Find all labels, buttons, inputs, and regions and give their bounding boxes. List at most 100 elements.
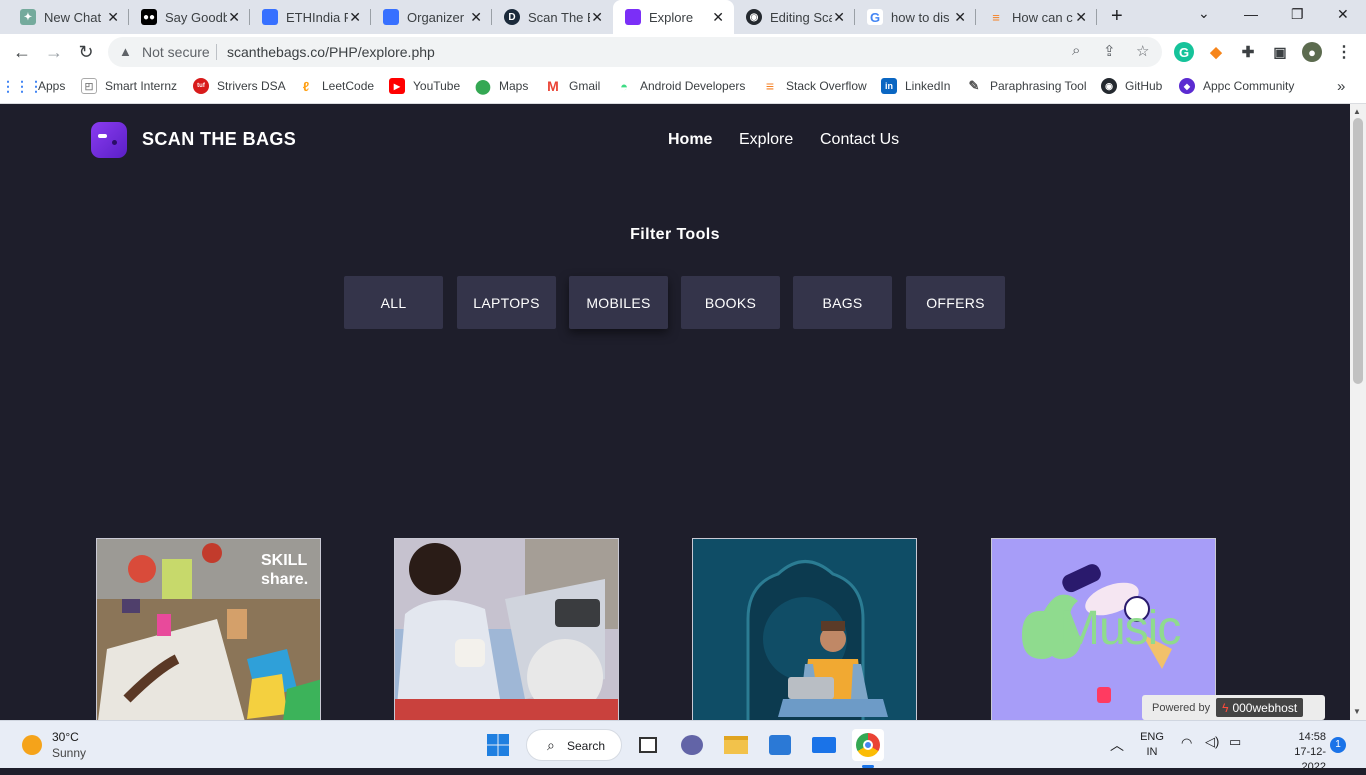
task-view-icon[interactable] [632,729,664,761]
close-icon[interactable]: ✕ [228,9,240,26]
grammarly-icon[interactable]: G [1174,42,1194,62]
filter-bags-button[interactable]: BAGS [793,276,892,329]
tab-search-icon[interactable]: ⌄ [1198,5,1210,22]
apple-music-card[interactable]: Music [991,538,1216,720]
side-panel-icon[interactable]: ▣ [1270,42,1290,62]
share-icon[interactable]: ⇪ [1103,42,1116,60]
nav-explore[interactable]: Explore [739,131,793,149]
metamask-icon[interactable]: ◆ [1206,42,1226,62]
start-icon[interactable] [482,729,514,761]
bookmark-smart-internz[interactable]: ◰ Smart Internz [81,77,177,95]
bookmark-leetcode[interactable]: ℓ LeetCode [298,77,374,95]
weather-widget[interactable]: 30°C Sunny [20,729,140,761]
devfolio-icon [383,9,399,25]
bookmarks-overflow-icon[interactable]: » [1337,77,1345,95]
new-tab-icon[interactable]: + [1111,5,1123,28]
menu-icon[interactable]: ⋮ [1334,42,1354,62]
task-view-glyph [639,737,657,753]
tab-title: Editing Sca [770,9,832,25]
scroll-down-icon[interactable]: ▼ [1353,707,1361,716]
tab-explore[interactable]: Explore ✕ [613,0,734,34]
filter-all-button[interactable]: ALL [344,276,443,329]
bookmark-youtube[interactable]: ▶ YouTube [389,77,460,95]
bookmark-apps[interactable]: ⋮⋮⋮ Apps [1,77,65,95]
close-icon[interactable]: ✕ [470,9,482,26]
store-icon[interactable] [764,729,796,761]
tab-scan-the[interactable]: D Scan The E ✕ [492,0,613,34]
bookmark-label: LeetCode [322,79,375,93]
skillshare-card[interactable]: SKILL share. [96,538,321,720]
warning-icon: ▲ [119,44,132,59]
close-icon[interactable]: ✕ [954,9,966,26]
window-close-icon[interactable]: ✕ [1337,6,1349,23]
language-indicator[interactable]: ENG IN [1139,730,1165,760]
tab-ethindia[interactable]: ETHIndia F ✕ [250,0,371,34]
site-logo[interactable] [91,122,127,158]
laptop-sitting-card[interactable] [692,538,917,720]
bookmark-label: Strivers DSA [217,79,286,93]
bookmark-star-icon[interactable]: ☆ [1136,42,1149,60]
bookmark-github[interactable]: ◉ GitHub [1101,77,1162,95]
medium-icon: ●● [141,9,157,25]
bookmark-gmail[interactable]: M Gmail [545,77,600,95]
clock[interactable]: 14:58 17-12-2022 [1282,730,1326,775]
laptop-person-card[interactable] [394,538,619,720]
bookmark-strivers-dsa[interactable]: tuf Strivers DSA [193,77,286,95]
bookmark-android[interactable]: ◓ Android Developers [616,77,745,95]
clock-date: 17-12-2022 [1294,746,1326,773]
filter-books-button[interactable]: BOOKS [681,276,780,329]
zoom-icon[interactable]: ⌕ [1072,42,1080,59]
file-explorer-icon[interactable] [720,729,752,761]
maps-icon: ⬤ [475,77,491,94]
mail-icon[interactable] [808,729,840,761]
teams-chat-icon[interactable] [676,729,708,761]
close-icon[interactable]: ✕ [833,9,845,26]
back-icon[interactable]: ← [10,40,34,64]
notification-badge[interactable]: 1 [1330,737,1346,753]
chrome-icon[interactable] [852,729,884,768]
tab-how-can[interactable]: ≡ How can c ✕ [976,0,1097,34]
tray-overflow-icon[interactable]: ︿ [1110,735,1124,755]
tab-say-goodbye[interactable]: ●● Say Goodb ✕ [129,0,250,34]
tab-new-chat[interactable]: ✦ New Chat ✕ [8,0,129,34]
wifi-icon[interactable]: ◠ [1181,735,1192,751]
scrollbar-thumb[interactable] [1353,118,1363,384]
close-icon[interactable]: ✕ [107,9,119,26]
close-icon[interactable]: ✕ [712,9,724,26]
nav-home[interactable]: Home [668,131,712,149]
bookmark-linkedin[interactable]: in LinkedIn [881,77,950,95]
volume-icon[interactable]: ◁) [1205,734,1219,750]
tab-how-to-dis[interactable]: G how to dis ✕ [855,0,976,34]
dev-icon: D [504,9,520,25]
minimize-icon[interactable]: — [1244,6,1258,22]
site-brand[interactable]: SCAN THE BAGS [142,129,296,150]
powered-by-badge[interactable]: Powered by ϟ 000webhost [1142,695,1325,720]
taskbar-search[interactable]: ⌕ Search [526,729,622,761]
laptop-person-image [395,539,618,720]
url-text[interactable]: scanthebags.co/PHP/explore.php [227,44,435,60]
bookmark-paraphrasing[interactable]: ✎ Paraphrasing Tool [966,77,1087,95]
close-icon[interactable]: ✕ [349,9,361,26]
scroll-up-icon[interactable]: ▲ [1353,107,1361,116]
close-icon[interactable]: ✕ [1075,9,1087,26]
page-scrollbar[interactable]: ▲ ▼ [1350,104,1366,720]
battery-icon[interactable]: ▭ [1229,734,1241,750]
restore-icon[interactable]: ❐ [1291,6,1304,23]
filter-laptops-button[interactable]: LAPTOPS [457,276,556,329]
filter-mobiles-button[interactable]: MOBILES [569,276,668,329]
tab-organizer[interactable]: Organizer ✕ [371,0,492,34]
close-icon[interactable]: ✕ [591,9,603,26]
profile-avatar[interactable]: ● [1302,42,1322,62]
reload-icon[interactable]: ↻ [74,40,98,64]
bookmark-stack-overflow[interactable]: ≡ Stack Overflow [762,77,867,95]
nav-contact-us[interactable]: Contact Us [820,131,899,149]
lang-code: ENG [1140,731,1164,743]
bookmark-appc[interactable]: ◆ Appc Community [1179,77,1294,95]
tab-editing[interactable]: ◉ Editing Sca ✕ [734,0,855,34]
address-bar[interactable]: ▲ Not secure scanthebags.co/PHP/explore.… [108,37,1162,67]
bookmark-maps[interactable]: ⬤ Maps [475,77,528,95]
filter-offers-button[interactable]: OFFERS [906,276,1005,329]
bookmark-label: Smart Internz [105,79,178,93]
forward-icon[interactable]: → [42,40,66,64]
extensions-icon[interactable]: ✚ [1238,42,1258,62]
